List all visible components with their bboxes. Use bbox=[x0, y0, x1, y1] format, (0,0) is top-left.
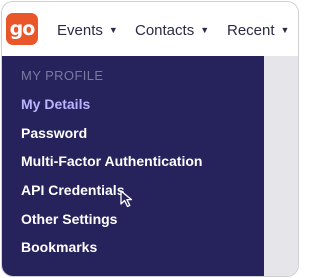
menu-item-bookmarks[interactable]: Bookmarks bbox=[21, 239, 97, 255]
nav-recent-label: Recent bbox=[227, 21, 275, 39]
page-background-strip bbox=[264, 56, 298, 276]
menu-item-other-settings[interactable]: Other Settings bbox=[21, 211, 117, 227]
menu-item-my-details[interactable]: My Details bbox=[21, 96, 90, 112]
caret-down-icon: ▼ bbox=[280, 25, 290, 35]
nav-recent-dropdown[interactable]: Recent ▼ bbox=[227, 20, 289, 40]
top-navigation-bar: go Events ▼ Contacts ▼ Recent ▼ bbox=[2, 2, 298, 56]
nav-events-label: Events bbox=[57, 21, 103, 39]
arrow-cursor-icon bbox=[120, 190, 133, 208]
menu-item-api-credentials[interactable]: API Credentials bbox=[21, 182, 124, 198]
menu-item-multi-factor-authentication[interactable]: Multi-Factor Authentication bbox=[21, 153, 202, 169]
menu-section-heading: MY PROFILE bbox=[21, 68, 104, 83]
nav-contacts-dropdown[interactable]: Contacts ▼ bbox=[135, 20, 209, 40]
profile-dropdown-menu: MY PROFILE My Details Password Multi-Fac… bbox=[2, 56, 264, 276]
nav-contacts-label: Contacts bbox=[135, 21, 195, 39]
caret-down-icon: ▼ bbox=[200, 25, 210, 35]
menu-item-password[interactable]: Password bbox=[21, 125, 87, 141]
caret-down-icon: ▼ bbox=[108, 25, 118, 35]
app-window: go Events ▼ Contacts ▼ Recent ▼ MY PROFI… bbox=[1, 1, 299, 277]
nav-events-dropdown[interactable]: Events ▼ bbox=[57, 20, 118, 40]
go-logo[interactable]: go bbox=[6, 13, 38, 45]
